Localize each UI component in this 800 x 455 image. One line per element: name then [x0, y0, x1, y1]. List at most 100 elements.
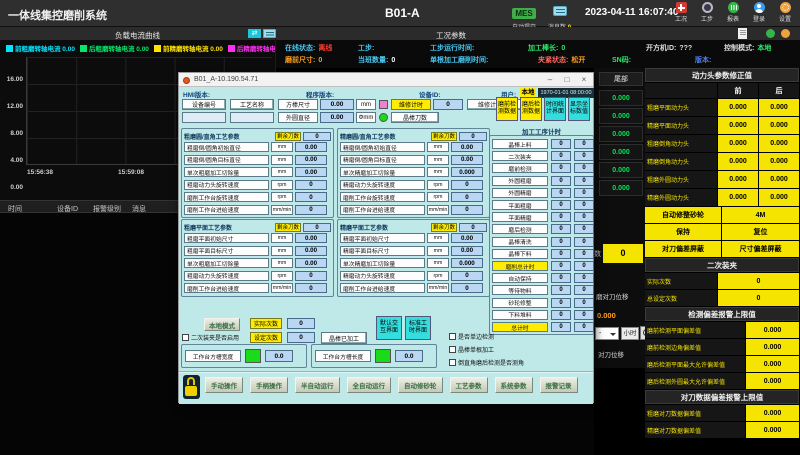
process-name-button[interactable]: 工艺名称 — [230, 99, 274, 110]
corner-button[interactable]: 磨后检测数据 — [520, 97, 542, 121]
dialog-action-button[interactable]: 手动操作 — [205, 377, 243, 393]
detect-value[interactable]: 0.000 — [746, 339, 799, 355]
detect-value[interactable]: 0.000 — [746, 356, 799, 372]
parameter-value[interactable]: 0 — [295, 205, 327, 215]
dialog-action-button[interactable]: 系统参数 — [495, 377, 533, 393]
crystal-button[interactable]: 晶棒刀数 — [391, 112, 439, 123]
action-button[interactable]: 保持 — [645, 224, 721, 240]
power-head-back-value[interactable]: 0.000 — [759, 99, 799, 116]
parameter-value[interactable]: 0 — [451, 271, 483, 281]
lock-icon[interactable] — [183, 375, 200, 399]
topbar-icon-settings[interactable]: 设置 — [776, 2, 794, 23]
dialog-action-button[interactable]: 手柄操作 — [250, 377, 288, 393]
parameter-value[interactable]: 0.00 — [451, 233, 483, 243]
parameter-value[interactable]: 0 — [451, 283, 483, 293]
diameter-value[interactable]: 0.00 — [320, 112, 354, 123]
mes-badge[interactable]: MES — [512, 8, 535, 19]
power-head-front-value[interactable]: 0.000 — [718, 189, 758, 206]
corner-button[interactable]: 显示坐标数值 — [568, 97, 590, 121]
topbar-icon-person[interactable]: 登录 — [750, 2, 768, 23]
power-head-back-value[interactable]: 0.000 — [759, 189, 799, 206]
hour-button[interactable]: 小时 — [621, 327, 639, 340]
option-checkbox[interactable]: 是否单边检测 — [449, 332, 494, 341]
orange-indicator-icon[interactable] — [781, 29, 790, 38]
parameter-value[interactable]: 0.00 — [295, 155, 327, 165]
slot-length-button[interactable]: 工作台方槽长度 — [315, 350, 371, 362]
chat-icon[interactable] — [263, 29, 276, 38]
dialog-action-button[interactable]: 全自动运行 — [347, 377, 392, 393]
action-button[interactable]: 自动修整砂轮 — [645, 207, 721, 223]
topbar-icon-step[interactable]: 工步 — [698, 2, 716, 23]
power-head-back-value[interactable]: 0.000 — [759, 171, 799, 188]
close-button[interactable]: × — [579, 74, 589, 86]
dialog-action-button[interactable]: 报警记录 — [540, 377, 578, 393]
message-icon[interactable] — [553, 6, 567, 16]
swap-icon[interactable] — [248, 29, 261, 38]
action-button[interactable]: 尺寸偏差屏蔽 — [722, 241, 799, 257]
power-head-front-value[interactable]: 0.000 — [718, 171, 758, 188]
option-checkbox[interactable]: 倒直角磨后检测是否测角 — [449, 358, 524, 367]
default-ui-button[interactable]: 默认交互界面 — [376, 316, 402, 340]
corner-button[interactable]: 时间统计界面 — [544, 97, 566, 121]
option-checkbox[interactable]: 晶棒单根加工 — [449, 345, 494, 354]
power-head-back-value[interactable]: 0.000 — [759, 135, 799, 152]
maximize-button[interactable]: □ — [562, 74, 572, 86]
device-number-button[interactable]: 设备编号 — [182, 99, 226, 110]
tool-value[interactable]: 0.000 — [746, 405, 799, 421]
document-icon[interactable] — [738, 28, 747, 39]
set-count-value[interactable]: 0 — [287, 332, 315, 343]
dialog-action-button[interactable]: 工艺参数 — [450, 377, 488, 393]
topbar-icon-report[interactable]: 报表 — [724, 2, 742, 23]
parameter-value[interactable]: 0.00 — [295, 167, 327, 177]
detect-value[interactable]: 0.000 — [746, 322, 799, 338]
dialog-action-button[interactable]: 自动修砂轮 — [398, 377, 443, 393]
parameter-value[interactable]: 0.00 — [451, 246, 483, 256]
slot-length-value[interactable]: 0.0 — [395, 350, 423, 362]
parameter-value[interactable]: 0.000 — [451, 258, 483, 268]
action-button[interactable]: 对刀偏差屏蔽 — [645, 241, 721, 257]
parameter-value[interactable]: 0.00 — [451, 142, 483, 152]
power-head-front-value[interactable]: 0.000 — [718, 99, 758, 116]
slot-width-button[interactable]: 工作台方槽宽度 — [185, 350, 241, 362]
unit-dropdown[interactable]: - — [595, 327, 619, 340]
parameter-value[interactable]: 0 — [295, 271, 327, 281]
power-head-front-value[interactable]: 0.000 — [718, 117, 758, 134]
blank-field-1[interactable] — [182, 112, 226, 123]
parameter-value[interactable]: 0.00 — [295, 142, 327, 152]
corner-button[interactable]: 磨前检测数据 — [496, 97, 518, 121]
crystal-processed-button[interactable]: 晶棒已加工 — [321, 332, 367, 344]
power-head-front-value[interactable]: 0.000 — [718, 153, 758, 170]
slot-width-value[interactable]: 0.0 — [265, 350, 293, 362]
parameter-value[interactable]: 0.000 — [451, 167, 483, 177]
parameter-value[interactable]: 0.00 — [295, 246, 327, 256]
parameter-value[interactable]: 0.00 — [451, 155, 483, 165]
minimize-button[interactable]: – — [545, 74, 555, 86]
tool-value[interactable]: 0.000 — [746, 422, 799, 438]
clamp-value[interactable]: 0 — [718, 273, 799, 289]
standard-time-ui-button[interactable]: 标准工时界面 — [405, 316, 431, 340]
count-value-cell[interactable]: 0 — [603, 244, 643, 263]
parameter-value[interactable]: 0.00 — [295, 258, 327, 268]
secondary-clamp-checkbox[interactable]: 二次装夹是否启用 — [182, 333, 239, 342]
bar-size-value[interactable]: 0.00 — [320, 99, 354, 110]
clamp-value[interactable]: 0 — [718, 290, 799, 306]
parameter-value[interactable]: 0 — [451, 205, 483, 215]
power-head-front-value[interactable]: 0.000 — [718, 135, 758, 152]
parameter-value[interactable]: 0 — [295, 180, 327, 190]
green-indicator-icon[interactable] — [766, 29, 775, 38]
parameter-value[interactable]: 0.00 — [295, 233, 327, 243]
action-button[interactable]: 复位 — [722, 224, 799, 240]
detect-value[interactable]: 0.000 — [746, 373, 799, 389]
parameter-value[interactable]: 0 — [295, 192, 327, 202]
parameter-value[interactable]: 0 — [295, 283, 327, 293]
dialog-titlebar[interactable]: B01_A-10.190.54.71 – □ × — [179, 73, 593, 87]
power-head-back-value[interactable]: 0.000 — [759, 153, 799, 170]
power-head-back-value[interactable]: 0.000 — [759, 117, 799, 134]
parameter-value[interactable]: 0 — [451, 180, 483, 190]
action-button[interactable]: 4M — [722, 207, 799, 223]
local-mode-button[interactable]: 本地模式 — [204, 318, 240, 331]
parameter-value[interactable]: 0 — [451, 192, 483, 202]
topbar-icon-condition[interactable]: 工况 — [672, 2, 690, 23]
blank-field-2[interactable] — [230, 112, 274, 123]
dialog-action-button[interactable]: 半自动运行 — [295, 377, 340, 393]
